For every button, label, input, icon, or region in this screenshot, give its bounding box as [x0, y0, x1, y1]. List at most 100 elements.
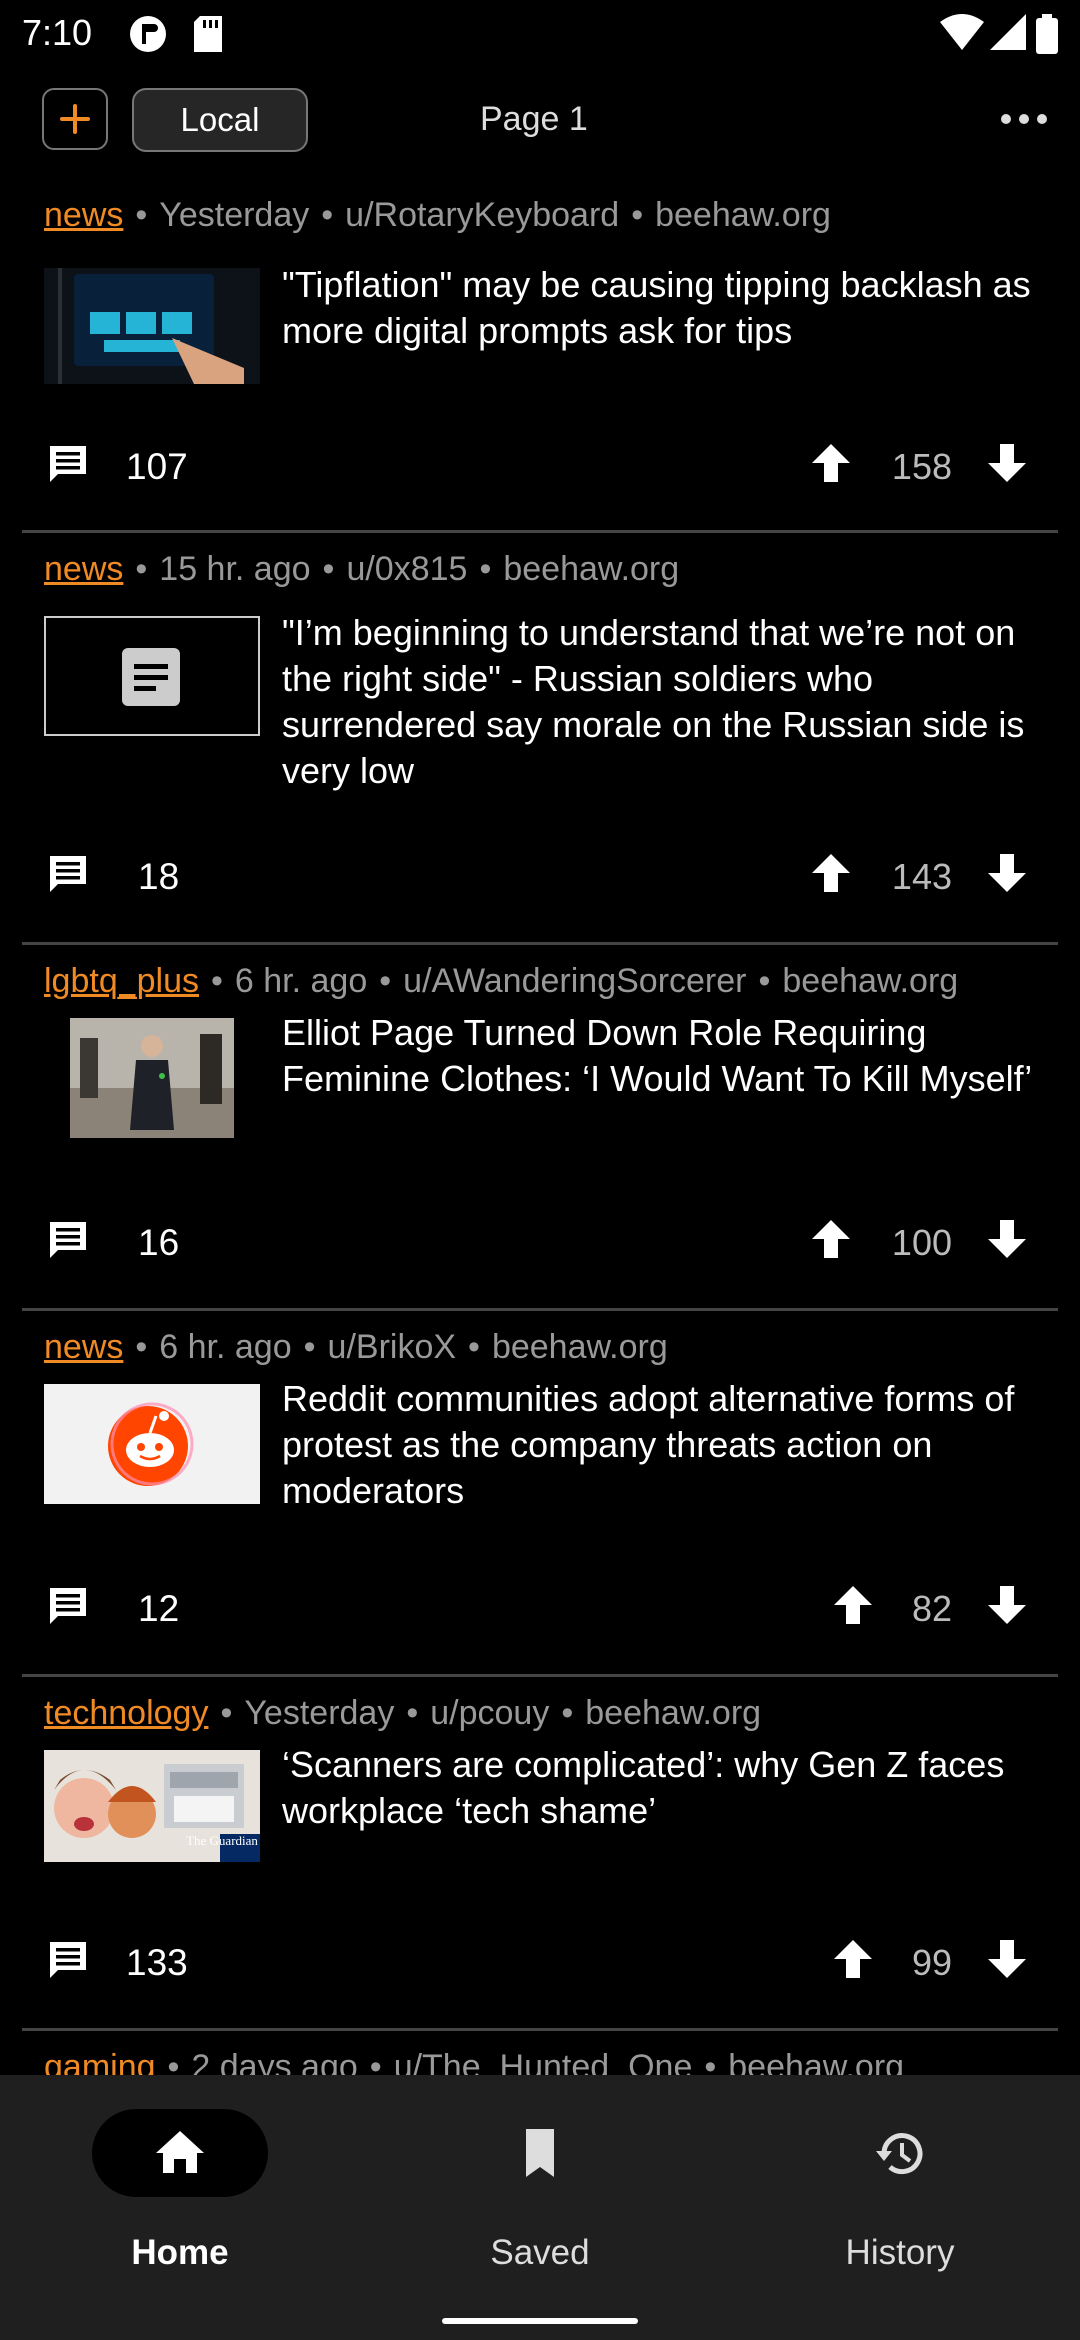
community-link[interactable]: gaming [44, 2048, 156, 2075]
post-meta: news • 6 hr. ago • u/BrikoX • beehaw.org [44, 1328, 668, 1366]
nav-saved[interactable]: Saved [360, 2075, 720, 2275]
listing-type-button[interactable]: Local [132, 88, 308, 152]
article-icon [122, 648, 180, 706]
post-card[interactable]: technology • Yesterday • u/pcouy • beehaw.org … [0, 1678, 1080, 2032]
comment-count: 133 [126, 1942, 188, 1983]
post-meta: gaming • 2 days ago • u/The_Hunted_One • beeha… [44, 2048, 1044, 2075]
comment-icon[interactable] [46, 442, 90, 491]
upvote-icon[interactable] [830, 1936, 876, 1987]
post-domain: beehaw.org [728, 2048, 905, 2075]
post-time: 15 hr. ago [159, 550, 311, 588]
post-time: Yesterday [159, 196, 310, 234]
post-score: 82 [911, 1588, 952, 1629]
comment-count: 16 [138, 1222, 180, 1263]
upvote-icon[interactable] [830, 1582, 876, 1633]
post-time: 6 hr. ago [159, 1328, 292, 1366]
downvote-icon[interactable] [984, 1936, 1030, 1987]
battery-icon [1036, 14, 1058, 59]
downvote-icon[interactable] [984, 440, 1030, 491]
page-indicator: Page 1 [480, 100, 588, 138]
post-meta: lgbtq_plus • 6 hr. ago • u/AWanderingSorcere… [44, 962, 959, 1000]
post-author[interactable]: u/BrikoX [328, 1328, 457, 1366]
post-author[interactable]: u/RotaryKeyboard [345, 196, 619, 234]
post-meta: technology • Yesterday • u/pcouy • beehaw.org [44, 1694, 762, 1732]
post-actions: 16 100 [0, 1212, 1080, 1272]
post-card[interactable]: news • 15 hr. ago • u/0x815 • beehaw.org "I’m … [0, 534, 1080, 946]
upvote-icon[interactable] [808, 1216, 854, 1267]
upvote-icon[interactable] [808, 850, 854, 901]
post-domain: beehaw.org [585, 1694, 762, 1732]
post-title[interactable]: Reddit communities adopt alternative for… [282, 1376, 1042, 1514]
cellular-signal-icon [990, 14, 1026, 57]
nav-history[interactable]: History [720, 2075, 1080, 2275]
status-time: 7:10 [22, 12, 93, 53]
nav-history-label: History [845, 2233, 955, 2272]
post-time: 6 hr. ago [234, 962, 368, 1000]
status-bar: 7:10 [0, 0, 1080, 72]
community-link[interactable]: technology [44, 1694, 208, 1732]
post-score: 100 [891, 1222, 952, 1263]
post-divider [22, 942, 1058, 945]
listing-type-label: Local [180, 101, 260, 138]
post-score: 143 [891, 856, 952, 897]
post-thumbnail[interactable] [44, 1384, 260, 1504]
gesture-home-indicator[interactable] [442, 2318, 638, 2324]
nav-home-label: Home [131, 2233, 229, 2272]
vpn-key-icon [128, 14, 168, 59]
post-author[interactable]: u/pcouy [430, 1694, 549, 1732]
post-actions: 107 158 [0, 436, 1080, 496]
community-link[interactable]: news [44, 550, 123, 588]
post-meta: news • 15 hr. ago • u/0x815 • beehaw.org [44, 550, 680, 588]
community-link[interactable]: news [44, 1328, 123, 1366]
post-thumbnail[interactable] [70, 1018, 234, 1138]
community-link[interactable]: news [44, 196, 123, 234]
post-title[interactable]: "Tipflation" may be causing tipping back… [282, 262, 1042, 354]
post-card[interactable]: lgbtq_plus • 6 hr. ago • u/AWanderingSorcere… [0, 946, 1080, 1312]
wifi-icon [940, 14, 984, 57]
post-thumbnail[interactable] [44, 268, 260, 384]
downvote-icon[interactable] [984, 1216, 1030, 1267]
post-domain: beehaw.org [491, 1328, 668, 1366]
post-divider [22, 1308, 1058, 1311]
sd-card-icon [192, 14, 224, 59]
post-actions: 133 99 [0, 1932, 1080, 1992]
post-thumbnail[interactable] [44, 616, 260, 736]
post-title[interactable]: ‘Scanners are complicated’: why Gen Z fa… [282, 1742, 1042, 1834]
nav-home[interactable]: Home [0, 2075, 360, 2275]
post-divider [22, 1674, 1058, 1677]
more-options-button[interactable] [994, 94, 1054, 144]
guardian-logo-text: The Guardian [186, 1833, 258, 1848]
post-thumbnail[interactable]: The Guardian [44, 1750, 260, 1862]
comment-icon[interactable] [46, 1218, 90, 1267]
post-title[interactable]: "I’m beginning to understand that we’re … [282, 610, 1042, 794]
post-actions: 12 82 [0, 1578, 1080, 1638]
post-domain: beehaw.org [655, 196, 831, 234]
more-horizontal-icon [1001, 114, 1047, 124]
post-card[interactable]: gaming • 2 days ago • u/The_Hunted_One • beeha… [0, 2032, 1080, 2075]
post-card[interactable]: news • 6 hr. ago • u/BrikoX • beehaw.org Reddi… [0, 1312, 1080, 1678]
post-score: 158 [891, 446, 952, 487]
post-domain: beehaw.org [503, 550, 680, 588]
post-feed[interactable]: news • Yesterday • u/RotaryKeyboard • beehaw.o… [0, 180, 1080, 2075]
community-link[interactable]: lgbtq_plus [44, 962, 199, 1000]
history-icon [870, 2125, 930, 2186]
red-carpet-photo-thumbnail [70, 1018, 234, 1138]
post-author[interactable]: u/The_Hunted_One [394, 2048, 693, 2075]
post-card[interactable]: news • Yesterday • u/RotaryKeyboard • beehaw.o… [0, 180, 1080, 534]
post-divider [22, 530, 1058, 533]
post-actions: 18 143 [0, 846, 1080, 906]
add-community-button[interactable] [42, 88, 108, 150]
post-author[interactable]: u/0x815 [346, 550, 467, 588]
bottom-navigation: Home Saved History [0, 2075, 1080, 2340]
home-icon [150, 2125, 210, 2186]
comment-icon[interactable] [46, 1938, 90, 1987]
downvote-icon[interactable] [984, 850, 1030, 901]
comment-count: 107 [126, 446, 188, 487]
post-author[interactable]: u/AWanderingSorcerer [403, 962, 746, 1000]
post-title[interactable]: Elliot Page Turned Down Role Requiring F… [282, 1010, 1042, 1102]
post-divider [22, 2028, 1058, 2031]
comment-icon[interactable] [46, 852, 90, 901]
comment-icon[interactable] [46, 1584, 90, 1633]
upvote-icon[interactable] [808, 440, 854, 491]
downvote-icon[interactable] [984, 1582, 1030, 1633]
